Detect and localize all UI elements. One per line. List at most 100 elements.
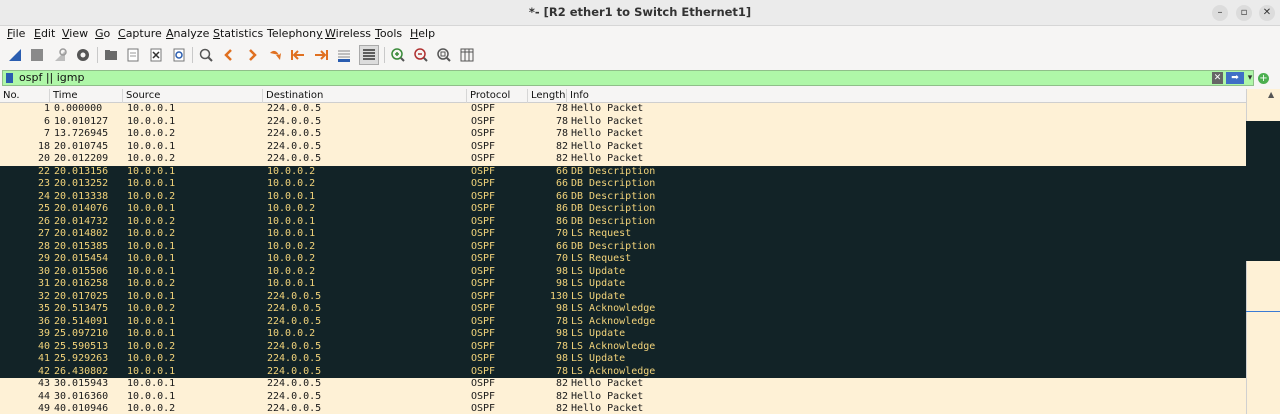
cell-length: 66 <box>555 165 568 177</box>
close-icon[interactable]: ✕ <box>1259 5 1275 21</box>
packet-row[interactable]: 30 20.015506 10.0.0.1 10.0.0.2 OSPF 98 LS Upda… <box>0 265 1246 278</box>
cell-protocol: OSPF <box>471 215 496 227</box>
packet-row[interactable]: 22 20.013156 10.0.0.1 10.0.0.2 OSPF 66 DB Desc… <box>0 165 1246 178</box>
cell-length: 66 <box>555 190 568 202</box>
cell-time: 20.016258 <box>54 278 109 289</box>
col-info[interactable]: Info <box>567 89 1246 103</box>
cell-source: 10.0.0.1 <box>127 140 176 152</box>
restart-icon[interactable] <box>50 45 70 65</box>
packet-row[interactable]: 1 0.000000 10.0.0.1 224.0.0.5 OSPF 78 Hello Pa… <box>0 103 1246 116</box>
cell-info: DB Description <box>571 215 656 227</box>
packet-row[interactable]: 42 26.430802 10.0.0.1 224.0.0.5 OSPF 78 LS Ack… <box>0 365 1246 378</box>
last-packet-icon[interactable] <box>311 45 331 65</box>
packet-row[interactable]: 20 20.012209 10.0.0.2 224.0.0.5 OSPF 82 Hello … <box>0 153 1246 166</box>
maximize-icon[interactable]: ▫ <box>1236 5 1252 21</box>
cell-time: 20.014076 <box>54 203 109 214</box>
cell-destination: 224.0.0.5 <box>267 103 322 114</box>
filter-dropdown-icon[interactable]: ▾ <box>1246 72 1254 84</box>
menu-go[interactable]: Go <box>95 27 110 40</box>
zoom-out-icon[interactable] <box>411 45 431 65</box>
cell-info: Hello Packet <box>571 390 644 402</box>
cell-no: 20 <box>37 153 50 164</box>
packet-row[interactable]: 18 20.010745 10.0.0.1 224.0.0.5 OSPF 82 Hello … <box>0 140 1246 153</box>
apply-filter-icon[interactable]: ➡ <box>1226 72 1244 84</box>
forward-icon[interactable] <box>242 45 262 65</box>
cell-info: Hello Packet <box>571 128 644 139</box>
cell-time: 0.000000 <box>54 103 103 114</box>
goto-icon[interactable] <box>265 45 285 65</box>
cell-protocol: OSPF <box>471 178 496 189</box>
display-filter-input[interactable]: ospf || igmp ✕ ➡ ▾ <box>2 70 1254 86</box>
menu-telephony[interactable]: Telephony <box>267 27 323 40</box>
col-source[interactable]: Source <box>123 89 263 103</box>
packet-row[interactable]: 41 25.929263 10.0.0.2 224.0.0.5 OSPF 98 LS Upd… <box>0 353 1246 366</box>
back-icon[interactable] <box>219 45 239 65</box>
cell-time: 20.015506 <box>54 265 109 277</box>
colorize-icon[interactable] <box>359 45 379 65</box>
reload-icon[interactable] <box>169 45 189 65</box>
menu-view[interactable]: View <box>62 27 88 40</box>
col-no[interactable]: No. <box>0 89 50 103</box>
packet-row[interactable]: 28 20.015385 10.0.0.1 10.0.0.2 OSPF 66 DB Desc… <box>0 240 1246 253</box>
menu-analyze[interactable]: Analyze <box>166 27 209 40</box>
add-filter-button-icon[interactable]: + <box>1258 73 1269 84</box>
packet-row[interactable]: 32 20.017025 10.0.0.1 224.0.0.5 OSPF 130 LS Up… <box>0 290 1246 303</box>
packet-row[interactable]: 35 20.513475 10.0.0.2 224.0.0.5 OSPF 98 LS Ack… <box>0 303 1246 316</box>
cell-length: 78 <box>555 103 568 114</box>
cell-no: 36 <box>37 315 50 327</box>
cell-source: 10.0.0.1 <box>127 253 176 264</box>
packet-row[interactable]: 43 30.015943 10.0.0.1 224.0.0.5 OSPF 82 Hello … <box>0 378 1246 391</box>
packet-row[interactable]: 25 20.014076 10.0.0.1 10.0.0.2 OSPF 86 DB Desc… <box>0 203 1246 216</box>
packet-row[interactable]: 26 20.014732 10.0.0.2 10.0.0.1 OSPF 86 DB Desc… <box>0 215 1246 228</box>
menu-tools[interactable]: Tools <box>375 27 402 40</box>
menu-bar: File Edit View Go Capture Analyze Statistics Te… <box>0 26 1280 43</box>
clear-filter-icon[interactable]: ✕ <box>1212 72 1223 84</box>
open-folder-icon[interactable] <box>101 45 121 65</box>
zoom-in-icon[interactable] <box>388 45 408 65</box>
resize-columns-icon[interactable] <box>457 45 477 65</box>
col-destination[interactable]: Destination <box>263 89 467 103</box>
scroll-up-icon[interactable]: ▲ <box>1268 90 1274 99</box>
close-file-icon[interactable] <box>146 45 166 65</box>
find-icon[interactable] <box>196 45 216 65</box>
menu-wireless[interactable]: Wireless <box>325 27 371 40</box>
cell-source: 10.0.0.1 <box>127 365 176 377</box>
packet-row[interactable]: 39 25.097210 10.0.0.1 10.0.0.2 OSPF 98 LS Upda… <box>0 328 1246 341</box>
cell-info: Hello Packet <box>571 140 644 152</box>
scrollbar-minimap-dark <box>1246 121 1280 261</box>
stop-icon[interactable] <box>27 45 47 65</box>
menu-help[interactable]: Help <box>410 27 435 40</box>
packet-row[interactable]: 27 20.014802 10.0.0.2 10.0.0.1 OSPF 70 LS Requ… <box>0 228 1246 241</box>
packet-row[interactable]: 23 20.013252 10.0.0.1 10.0.0.2 OSPF 66 DB Desc… <box>0 178 1246 191</box>
save-file-icon[interactable] <box>123 45 143 65</box>
packet-row[interactable]: 40 25.590513 10.0.0.2 224.0.0.5 OSPF 78 LS Ack… <box>0 340 1246 353</box>
filter-bookmark-icon[interactable] <box>6 73 13 83</box>
minimize-icon[interactable]: – <box>1212 5 1228 21</box>
display-filter-text[interactable]: ospf || igmp <box>19 71 84 84</box>
menu-edit[interactable]: Edit <box>34 27 55 40</box>
packet-row[interactable]: 7 13.726945 10.0.0.2 224.0.0.5 OSPF 78 Hello P… <box>0 128 1246 141</box>
packet-row[interactable]: 36 20.514091 10.0.0.1 224.0.0.5 OSPF 78 LS Ack… <box>0 315 1246 328</box>
first-packet-icon[interactable] <box>288 45 308 65</box>
options-gear-icon[interactable] <box>73 45 93 65</box>
packet-row[interactable]: 6 10.010127 10.0.0.1 224.0.0.5 OSPF 78 Hello P… <box>0 115 1246 128</box>
cell-no: 26 <box>37 215 50 227</box>
cell-time: 30.016360 <box>54 390 109 402</box>
cell-length: 78 <box>555 365 568 377</box>
menu-capture[interactable]: Capture <box>118 27 162 40</box>
packet-row[interactable]: 31 20.016258 10.0.0.2 10.0.0.1 OSPF 98 LS Upda… <box>0 278 1246 291</box>
menu-file[interactable]: File <box>7 27 25 40</box>
packet-row[interactable]: 49 40.010946 10.0.0.2 224.0.0.5 OSPF 82 Hello … <box>0 403 1246 414</box>
col-time[interactable]: Time <box>50 89 123 103</box>
cell-time: 20.014732 <box>54 215 109 227</box>
packet-row[interactable]: 44 30.016360 10.0.0.1 224.0.0.5 OSPF 82 Hello … <box>0 390 1246 403</box>
zoom-normal-icon[interactable] <box>434 45 454 65</box>
menu-statistics[interactable]: Statistics <box>213 27 263 40</box>
col-protocol[interactable]: Protocol <box>467 89 528 103</box>
cell-source: 10.0.0.1 <box>127 240 176 252</box>
packet-row[interactable]: 24 20.013338 10.0.0.2 10.0.0.1 OSPF 66 DB Desc… <box>0 190 1246 203</box>
autoscroll-icon[interactable] <box>334 45 354 65</box>
col-length[interactable]: Length <box>528 89 567 103</box>
packet-row[interactable]: 29 20.015454 10.0.0.1 10.0.0.2 OSPF 70 LS Requ… <box>0 253 1246 266</box>
shark-fin-start-icon[interactable] <box>5 45 25 65</box>
